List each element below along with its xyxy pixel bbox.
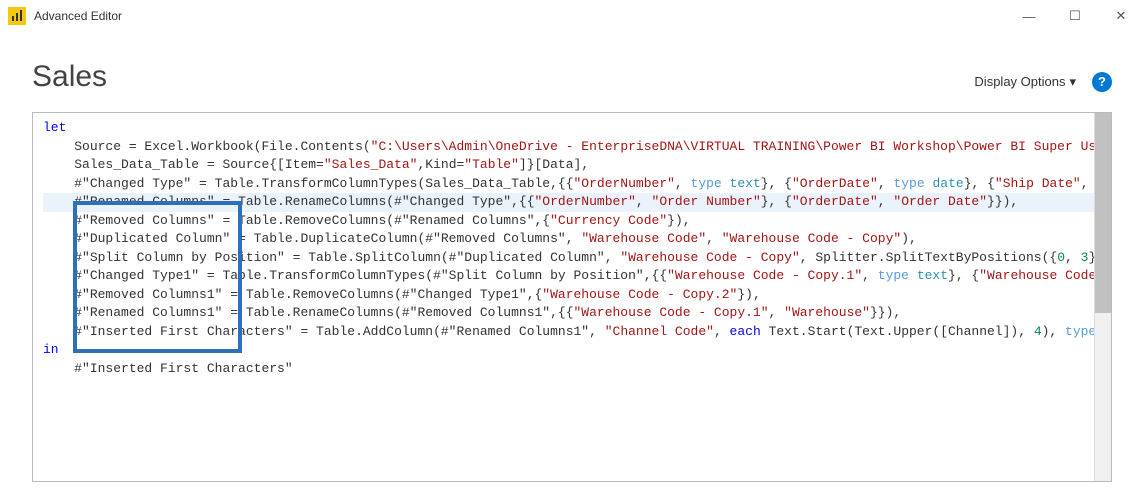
code-line[interactable]: Source = Excel.Workbook(File.Contents("C…: [43, 138, 1101, 157]
code-line[interactable]: #"Removed Columns1" = Table.RemoveColumn…: [43, 286, 1101, 305]
code-line[interactable]: #"Inserted First Characters": [43, 360, 1101, 379]
vertical-scroll-thumb[interactable]: [1095, 113, 1111, 313]
minimize-button[interactable]: —: [1006, 0, 1052, 32]
code-line[interactable]: #"Duplicated Column" = Table.DuplicateCo…: [43, 230, 1101, 249]
code-line[interactable]: Sales_Data_Table = Source{[Item="Sales_D…: [43, 156, 1101, 175]
code-line[interactable]: #"Changed Type1" = Table.TransformColumn…: [43, 267, 1101, 286]
code-line[interactable]: #"Split Column by Position" = Table.Spli…: [43, 249, 1101, 268]
code-line[interactable]: #"Removed Columns" = Table.RemoveColumns…: [43, 212, 1101, 231]
code-editor[interactable]: let Source = Excel.Workbook(File.Content…: [32, 112, 1112, 482]
code-line[interactable]: let: [43, 119, 1101, 138]
code-content[interactable]: let Source = Excel.Workbook(File.Content…: [33, 113, 1111, 384]
query-name: Sales: [32, 60, 107, 94]
code-line[interactable]: #"Renamed Columns1" = Table.RenameColumn…: [43, 304, 1101, 323]
chevron-down-icon: ▾: [1069, 74, 1076, 90]
maximize-button[interactable]: ☐: [1052, 0, 1098, 32]
window-controls: — ☐ ✕: [1006, 0, 1144, 32]
title-bar: Advanced Editor — ☐ ✕: [0, 0, 1144, 32]
help-icon[interactable]: ?: [1092, 72, 1112, 92]
content-area: Sales Display Options ▾ ? let Source = E…: [0, 32, 1144, 482]
vertical-scrollbar[interactable]: [1094, 113, 1111, 481]
window-title: Advanced Editor: [34, 9, 1006, 23]
display-options-label: Display Options: [974, 74, 1065, 89]
app-icon: [8, 7, 26, 25]
code-line[interactable]: #"Renamed Columns" = Table.RenameColumns…: [43, 193, 1101, 212]
display-options-dropdown[interactable]: Display Options ▾: [974, 74, 1076, 90]
code-line[interactable]: #"Inserted First Characters" = Table.Add…: [43, 323, 1101, 342]
header-row: Sales Display Options ▾ ?: [32, 60, 1112, 94]
code-line[interactable]: in: [43, 341, 1101, 360]
code-line[interactable]: #"Changed Type" = Table.TransformColumnT…: [43, 175, 1101, 194]
close-button[interactable]: ✕: [1098, 0, 1144, 32]
header-right: Display Options ▾ ?: [974, 72, 1112, 92]
